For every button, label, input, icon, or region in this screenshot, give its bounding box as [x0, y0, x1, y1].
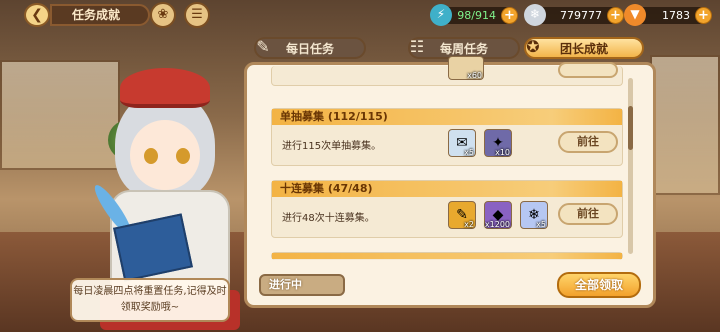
book-icon[interactable]: ☰ — [184, 2, 210, 28]
ice-crystal-icon[interactable]: ❄ x5 — [520, 201, 548, 229]
status-filter[interactable]: 进行中 — [259, 274, 345, 296]
silver-plus-button[interactable]: + — [607, 7, 624, 24]
task-card-partial: x60 — [271, 56, 623, 86]
crystal-orb-icon[interactable]: ✦ x10 — [484, 129, 512, 157]
tab-daily[interactable]: ✎ 每日任务 — [254, 37, 366, 59]
silver-value: 779777 — [560, 9, 602, 22]
stamina-icon: ⚡ — [430, 4, 452, 26]
stamina-resource: ⚡ 98/914 + — [430, 4, 518, 26]
task-description: 进行115次单抽募集。 — [282, 141, 382, 152]
character-eye-right — [176, 148, 190, 164]
medal-icon: ✪ — [526, 37, 540, 56]
task-card-partial-bottom — [271, 252, 623, 260]
stamina-plus-button[interactable]: + — [501, 7, 518, 24]
stamina-value: 98/914 — [457, 9, 496, 22]
claim-all-button[interactable]: 全部领取 — [557, 272, 641, 298]
coin-icon: ❄ — [524, 4, 546, 26]
reset-tip: 每日凌晨四点将重置任务,记得及时领取奖励哦~ — [70, 278, 230, 322]
reward-count: x5 — [536, 220, 546, 229]
task-title: 十连募集 (47/48) — [272, 181, 622, 197]
letter-icon[interactable]: ✉ x5 — [448, 129, 476, 157]
tab-daily-label: 每日任务 — [285, 42, 334, 56]
silver-resource: ❄ 779777 + — [524, 4, 624, 26]
tab-leader-achievements[interactable]: ✪ 团长成就 — [524, 37, 644, 59]
task-description: 进行48次十连募集。 — [282, 213, 375, 224]
reward-count: x1200 — [484, 220, 510, 229]
character-hat — [120, 68, 210, 108]
task-card: 单抽募集 (112/115) 进行115次单抽募集。 ✉ x5 ✦ x10 前往 — [271, 108, 623, 166]
scrollbar-thumb[interactable] — [628, 106, 633, 150]
purple-crystal-icon[interactable]: ◆ x1200 — [484, 201, 512, 229]
top-bar: ❮ 任务成就 ❀ ☰ ⚡ 98/914 + ❄ 779777 + ▼ 1783 … — [0, 0, 720, 30]
ticket-icon[interactable]: ✎ x2 — [448, 201, 476, 229]
quill-icon: ✎ — [256, 37, 270, 56]
task-card: 十连募集 (47/48) 进行48次十连募集。 ✎ x2 ◆ x1200 ❄ x… — [271, 180, 623, 238]
tab-leader-label: 团长成就 — [559, 42, 608, 56]
back-arrow-icon[interactable]: ❮ — [24, 3, 50, 27]
page-title: 任务成就 — [50, 4, 150, 26]
tab-weekly-label: 每周任务 — [439, 42, 488, 56]
emblem-icon[interactable]: ❀ — [150, 2, 176, 28]
partial-go-button[interactable] — [558, 62, 618, 78]
carrot-plus-button[interactable]: + — [695, 7, 712, 24]
scrollbar-track[interactable] — [628, 78, 633, 254]
carrot-resource: ▼ 1783 + — [624, 4, 712, 26]
reward-partial-count: x60 — [467, 71, 482, 80]
go-button[interactable]: 前往 — [558, 131, 618, 153]
reward-count: x5 — [464, 148, 474, 157]
reward-count: x10 — [495, 148, 510, 157]
character-eye-left — [144, 148, 158, 164]
reward-count: x2 — [464, 220, 474, 229]
scroll-icon: ☷ — [409, 37, 425, 56]
go-button[interactable]: 前往 — [558, 203, 618, 225]
carrot-icon: ▼ — [624, 4, 646, 26]
task-title: 单抽募集 (112/115) — [272, 109, 622, 125]
task-title-partial — [272, 253, 622, 259]
reward-partial-icon: x60 — [448, 56, 484, 80]
window-right — [650, 55, 720, 195]
carrot-value: 1783 — [662, 9, 690, 22]
